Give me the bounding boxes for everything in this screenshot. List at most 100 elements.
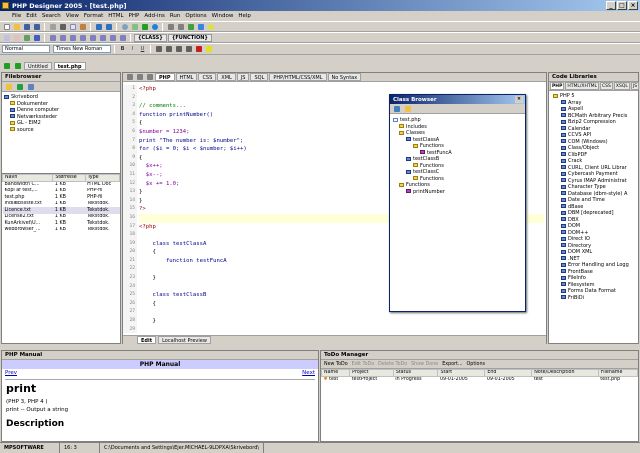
menu-file[interactable]: File: [12, 13, 21, 19]
class-button[interactable]: {CLASS}: [134, 33, 167, 42]
font-select[interactable]: Times New Roman: [53, 45, 111, 53]
function-button[interactable]: {FUNCTION}: [167, 33, 212, 42]
search-icon[interactable]: [120, 23, 129, 31]
syntax-link-icon[interactable]: [145, 73, 154, 81]
align-right-icon[interactable]: [174, 45, 183, 53]
lib-tab-xsql[interactable]: XSQL: [613, 82, 630, 90]
menu-php[interactable]: PHP: [129, 13, 140, 19]
browser-icon[interactable]: [150, 23, 159, 31]
new-todo-button[interactable]: New ToDo: [324, 362, 348, 367]
lib-tab-html[interactable]: HTML/XHTML: [565, 82, 600, 90]
menu-addins[interactable]: Add-ins: [144, 13, 165, 19]
html-form-icon[interactable]: [12, 34, 21, 42]
menu-window[interactable]: Window: [212, 13, 234, 19]
syntax-tab-js[interactable]: JS: [236, 73, 250, 81]
style-select[interactable]: Normal: [2, 45, 50, 53]
syntax-tab-mixed[interactable]: PHP/HTML/CSS/XML: [269, 73, 327, 81]
save-icon[interactable]: [22, 23, 31, 31]
options-button[interactable]: Options: [467, 362, 486, 367]
delete-todo-button[interactable]: Delete ToDo: [378, 362, 407, 367]
html-image-icon[interactable]: [22, 34, 31, 42]
show-done-button[interactable]: Show Done: [411, 362, 438, 367]
menu-options[interactable]: Options: [185, 13, 206, 19]
outdent-icon[interactable]: [176, 23, 185, 31]
html-link-icon[interactable]: [32, 34, 41, 42]
file-row[interactable]: Kopi af test,... 1 KB PHP-fil: [3, 188, 120, 195]
font-color-icon[interactable]: [194, 45, 203, 53]
file-row[interactable]: webbrowser_... 1 KB Tekstdok.: [3, 227, 120, 234]
library-item[interactable]: FriBiDi: [551, 295, 636, 302]
php-if-icon[interactable]: [58, 34, 67, 42]
manual-next-link[interactable]: Next: [302, 370, 315, 376]
php-for-icon[interactable]: [68, 34, 77, 42]
tab-localhost-preview[interactable]: Localhost Preview: [158, 336, 211, 344]
export-button[interactable]: Export...: [442, 362, 462, 367]
paste-icon[interactable]: [78, 23, 87, 31]
syntax-tab-sql[interactable]: SQL: [250, 73, 269, 81]
cut-icon[interactable]: [58, 23, 67, 31]
indent-icon[interactable]: [166, 23, 175, 31]
align-center-icon[interactable]: [164, 45, 173, 53]
tree-item[interactable]: source: [4, 127, 118, 134]
syntax-tab-css[interactable]: CSS: [198, 73, 217, 81]
manual-prev-link[interactable]: Prev: [5, 370, 17, 376]
help-icon[interactable]: [206, 23, 215, 31]
file-row[interactable]: Licence.txt 1 KB Tekstdok.: [2, 207, 120, 214]
underline-button[interactable]: U: [138, 45, 147, 53]
html-table-icon[interactable]: [2, 34, 11, 42]
nav-back-icon[interactable]: [2, 62, 11, 70]
php-echo-icon[interactable]: [48, 34, 57, 42]
minimize-button[interactable]: _: [606, 1, 616, 10]
folder-up-icon[interactable]: [4, 83, 13, 91]
syntax-tab-none[interactable]: No Syntax: [327, 73, 362, 81]
comment-icon[interactable]: [186, 23, 195, 31]
php-mysql-icon[interactable]: [118, 34, 127, 42]
file-row[interactable]: KunArkivet\U... 1 KB Tekstdok.: [3, 220, 120, 227]
lib-tab-php[interactable]: PHP: [550, 82, 565, 90]
maximize-button[interactable]: □: [617, 1, 627, 10]
class-tree-item[interactable]: printNumber: [393, 189, 522, 196]
copy-icon[interactable]: [68, 23, 77, 31]
nav-forward-icon[interactable]: [13, 62, 22, 70]
menu-run[interactable]: Run: [170, 13, 181, 19]
menu-html[interactable]: HTML: [108, 13, 123, 19]
redo-icon[interactable]: [104, 23, 113, 31]
lib-tab-js[interactable]: JS: [630, 82, 640, 90]
syntax-tab-php[interactable]: PHP: [155, 73, 175, 81]
lib-tab-css[interactable]: CSS: [600, 82, 613, 90]
menu-edit[interactable]: Edit: [26, 13, 37, 19]
highlight-icon[interactable]: [204, 45, 213, 53]
list-icon[interactable]: [184, 45, 193, 53]
php-array-icon[interactable]: [98, 34, 107, 42]
file-row[interactable]: test.php 1 KB PHP-fil: [3, 194, 120, 201]
menu-search[interactable]: Search: [42, 13, 61, 19]
align-left-icon[interactable]: [154, 45, 163, 53]
menu-view[interactable]: View: [66, 13, 79, 19]
php-while-icon[interactable]: [78, 34, 87, 42]
library-item[interactable]: Error Handling and Logg: [551, 262, 636, 269]
new-file-icon[interactable]: [2, 23, 11, 31]
run-icon[interactable]: [140, 23, 149, 31]
italic-button[interactable]: I: [128, 45, 137, 53]
class-browser-close-icon[interactable]: ×: [515, 96, 523, 103]
tab-test-php[interactable]: test.php: [53, 62, 86, 70]
class-expand-icon[interactable]: [403, 105, 412, 113]
refresh-icon[interactable]: [15, 83, 24, 91]
menu-format[interactable]: Format: [84, 13, 103, 19]
syntax-next-icon[interactable]: [135, 73, 144, 81]
close-button[interactable]: ×: [628, 1, 638, 10]
class-refresh-icon[interactable]: [392, 105, 401, 113]
open-folder-icon[interactable]: [12, 23, 21, 31]
view-icon[interactable]: [26, 83, 35, 91]
print-icon[interactable]: [48, 23, 57, 31]
file-row[interactable]: License2.txt 1 KB Tekstdok.: [3, 214, 120, 221]
replace-icon[interactable]: [130, 23, 139, 31]
tab-untitled[interactable]: Untitled: [24, 62, 52, 70]
syntax-tab-xml[interactable]: XML: [217, 73, 236, 81]
save-all-icon[interactable]: [32, 23, 41, 31]
php-switch-icon[interactable]: [88, 34, 97, 42]
file-row[interactable]: Indlæbsliste.txt 1 KB Tekstdok.: [3, 201, 120, 208]
menu-help[interactable]: Help: [238, 13, 251, 19]
syntax-tab-html[interactable]: HTML: [175, 73, 198, 81]
php-include-icon[interactable]: [108, 34, 117, 42]
